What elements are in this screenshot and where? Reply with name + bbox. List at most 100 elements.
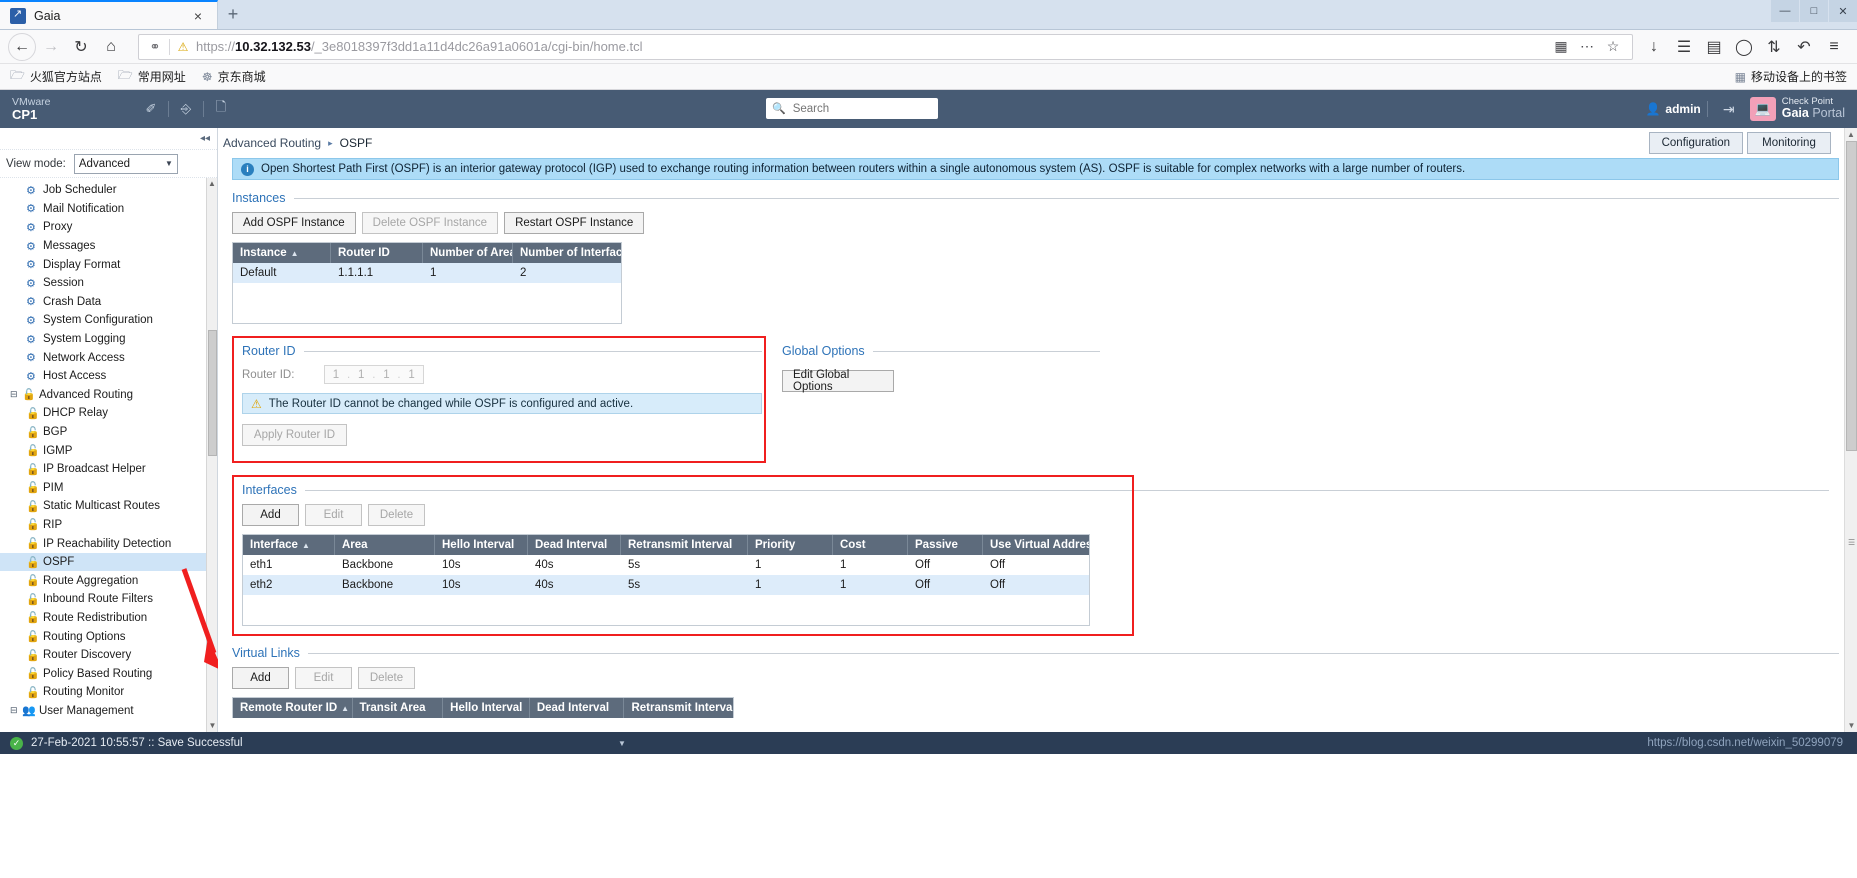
column-header-interface[interactable]: Interface ▲ (243, 535, 335, 555)
scroll-down-icon[interactable]: ▼ (1845, 719, 1857, 732)
sidebar-item-static-multicast-routes[interactable]: 🔓 Static Multicast Routes (0, 497, 217, 516)
document-icon[interactable]: 🗋 (210, 99, 232, 119)
sidebar-item-routing-options[interactable]: 🔓 Routing Options (0, 627, 217, 646)
sidebar-item-bgp[interactable]: 🔓 BGP (0, 423, 217, 442)
sidebar-item-rip[interactable]: 🔓 RIP (0, 516, 217, 535)
column-header-area[interactable]: Area (335, 535, 435, 555)
browser-tab-gaia[interactable]: Gaia × (0, 0, 218, 29)
logout-icon[interactable]: ⇥ (1714, 101, 1744, 118)
reload-button[interactable]: ↻ (66, 33, 96, 61)
column-header-vl-hello[interactable]: Hello Interval (443, 698, 530, 718)
column-header-router-id[interactable]: Router ID (331, 243, 423, 263)
library-icon[interactable]: ☰ (1669, 33, 1699, 61)
table-row[interactable]: eth2 Backbone 10s 40s 5s 1 1 Off Off (243, 575, 1089, 595)
insecure-warning-icon[interactable]: ⚠ (174, 40, 192, 54)
close-icon[interactable]: × (189, 8, 207, 24)
status-expand-icon[interactable]: ▼ (618, 739, 626, 748)
sidebar-item-route-redistribution[interactable]: 🔓 Route Redistribution (0, 609, 217, 628)
breadcrumb-parent[interactable]: Advanced Routing (223, 136, 321, 150)
sidebar-item-dhcp-relay[interactable]: 🔓 DHCP Relay (0, 404, 217, 423)
table-row[interactable]: Default 1.1.1.1 1 2 (233, 263, 621, 283)
sidebar-item-messages[interactable]: ⚙ Messages (0, 237, 217, 256)
page-actions-icon[interactable]: ⋯ (1574, 38, 1600, 55)
downloads-icon[interactable]: ↓ (1639, 33, 1669, 61)
octet-4[interactable]: 1 (401, 369, 423, 381)
sidebar-item-system-logging[interactable]: ⚙ System Logging (0, 330, 217, 349)
home-button[interactable]: ⌂ (96, 33, 126, 61)
content-scrollbar[interactable]: ▲ ☰ ▼ (1844, 128, 1857, 732)
scroll-up-icon[interactable]: ▲ (207, 178, 217, 190)
mobile-bookmarks-item[interactable]: ▦ 移动设备上的书签 (1735, 68, 1847, 85)
forward-button[interactable]: → (36, 33, 66, 61)
window-close-icon[interactable]: ✕ (1829, 0, 1857, 22)
history-icon[interactable]: ↶ (1789, 33, 1819, 61)
sidebar-item-proxy[interactable]: ⚙ Proxy (0, 218, 217, 237)
column-header-remote-router-id[interactable]: Remote Router ID ▲ (233, 698, 353, 718)
router-id-input[interactable]: 1 . 1 . 1 . 1 (324, 365, 424, 384)
column-header-transit-area[interactable]: Transit Area (353, 698, 444, 718)
collapse-sidebar-icon[interactable]: ◂◂ (0, 128, 217, 150)
column-header-retransmit[interactable]: Retransmit Interval (621, 535, 748, 555)
configuration-button[interactable]: Configuration (1648, 132, 1743, 154)
sidebars-icon[interactable]: ▤ (1699, 33, 1729, 61)
tree-toggle-icon[interactable]: ⊟ (10, 705, 22, 716)
column-header-vl-dead[interactable]: Dead Interval (530, 698, 625, 718)
sidebar-item-igmp[interactable]: 🔓 IGMP (0, 441, 217, 460)
global-search[interactable]: 🔍 (766, 98, 938, 119)
edit-global-options-button[interactable]: Edit Global Options (782, 369, 894, 393)
column-header-passive[interactable]: Passive (908, 535, 983, 555)
url-input[interactable]: https://10.32.132.53/_3e8018397f3dd1a11d… (192, 39, 1548, 54)
virtual-links-add-button[interactable]: Add (232, 667, 289, 689)
minimize-icon[interactable]: — (1771, 0, 1799, 22)
scroll-down-icon[interactable]: ▼ (207, 720, 218, 732)
new-tab-button[interactable]: + (218, 0, 248, 29)
octet-1[interactable]: 1 (325, 369, 347, 381)
sidebar-item-routing-monitor[interactable]: 🔓 Routing Monitor (0, 683, 217, 702)
add-ospf-instance-button[interactable]: Add OSPF Instance (232, 212, 356, 234)
column-header-dead[interactable]: Dead Interval (528, 535, 621, 555)
scroll-up-icon[interactable]: ▲ (1845, 128, 1857, 141)
sidebar-scrollbar[interactable]: ▲ ▼ (206, 178, 217, 732)
sidebar-item-user-management[interactable]: ⊟ 👥 User Management (0, 702, 217, 721)
sidebar-item-advanced-routing[interactable]: ⊟ 🔓 Advanced Routing (0, 386, 217, 405)
user-menu[interactable]: 👤 admin (1645, 102, 1700, 116)
monitoring-button[interactable]: Monitoring (1747, 132, 1831, 154)
column-header-priority[interactable]: Priority (748, 535, 833, 555)
column-header-virtual[interactable]: Use Virtual Address (983, 535, 1089, 555)
reader-view-icon[interactable]: ▦ (1548, 38, 1574, 55)
column-header-instance[interactable]: Instance ▲ (233, 243, 331, 263)
column-header-hello[interactable]: Hello Interval (435, 535, 528, 555)
edit-icon[interactable]: ✐ (140, 99, 162, 119)
octet-2[interactable]: 1 (350, 369, 372, 381)
restart-ospf-instance-button[interactable]: Restart OSPF Instance (504, 212, 645, 234)
sidebar-item-route-aggregation[interactable]: 🔓 Route Aggregation (0, 571, 217, 590)
sidebar-item-job-scheduler[interactable]: ⚙ Job Scheduler (0, 181, 217, 200)
sidebar-item-inbound-route-filters[interactable]: 🔓 Inbound Route Filters (0, 590, 217, 609)
sidebar-item-host-access[interactable]: ⚙ Host Access (0, 367, 217, 386)
column-header-areas[interactable]: Number of Areas (423, 243, 513, 263)
bookmark-star-icon[interactable]: ☆ (1600, 38, 1626, 55)
sidebar-item-display-format[interactable]: ⚙ Display Format (0, 255, 217, 274)
column-header-interfaces[interactable]: Number of Interfaces (513, 243, 621, 263)
bookmark-item-2[interactable]: ☸ 京东商城 (202, 68, 266, 85)
terminal-icon[interactable]: ⎆ (175, 99, 197, 119)
sidebar-item-network-access[interactable]: ⚙ Network Access (0, 348, 217, 367)
sidebar-item-ip-reachability-detection[interactable]: 🔓 IP Reachability Detection (0, 534, 217, 553)
sidebar-item-pim[interactable]: 🔓 PIM (0, 479, 217, 498)
url-bar[interactable]: ⚭ ⚠ https://10.32.132.53/_3e8018397f3dd1… (138, 33, 1633, 60)
back-button[interactable]: ← (8, 32, 36, 61)
sidebar-scroll-thumb[interactable] (208, 330, 217, 456)
sidebar-item-session[interactable]: ⚙ Session (0, 274, 217, 293)
table-row[interactable]: eth1 Backbone 10s 40s 5s 1 1 Off Off (243, 555, 1089, 575)
account-icon[interactable]: ◯ (1729, 33, 1759, 61)
interfaces-add-button[interactable]: Add (242, 504, 299, 526)
shield-icon[interactable]: ⚭ (145, 39, 165, 55)
app-menu-icon[interactable]: ≡ (1819, 33, 1849, 61)
search-input[interactable] (790, 101, 932, 116)
column-header-vl-retransmit[interactable]: Retransmit Interval (624, 698, 733, 718)
sidebar-item-policy-based-routing[interactable]: 🔓 Policy Based Routing (0, 664, 217, 683)
bookmark-item-0[interactable]: 🗁 火狐官方站点 (10, 66, 102, 87)
octet-3[interactable]: 1 (375, 369, 397, 381)
sidebar-item-system-configuration[interactable]: ⚙ System Configuration (0, 311, 217, 330)
bookmark-item-1[interactable]: 🗁 常用网址 (118, 66, 186, 87)
